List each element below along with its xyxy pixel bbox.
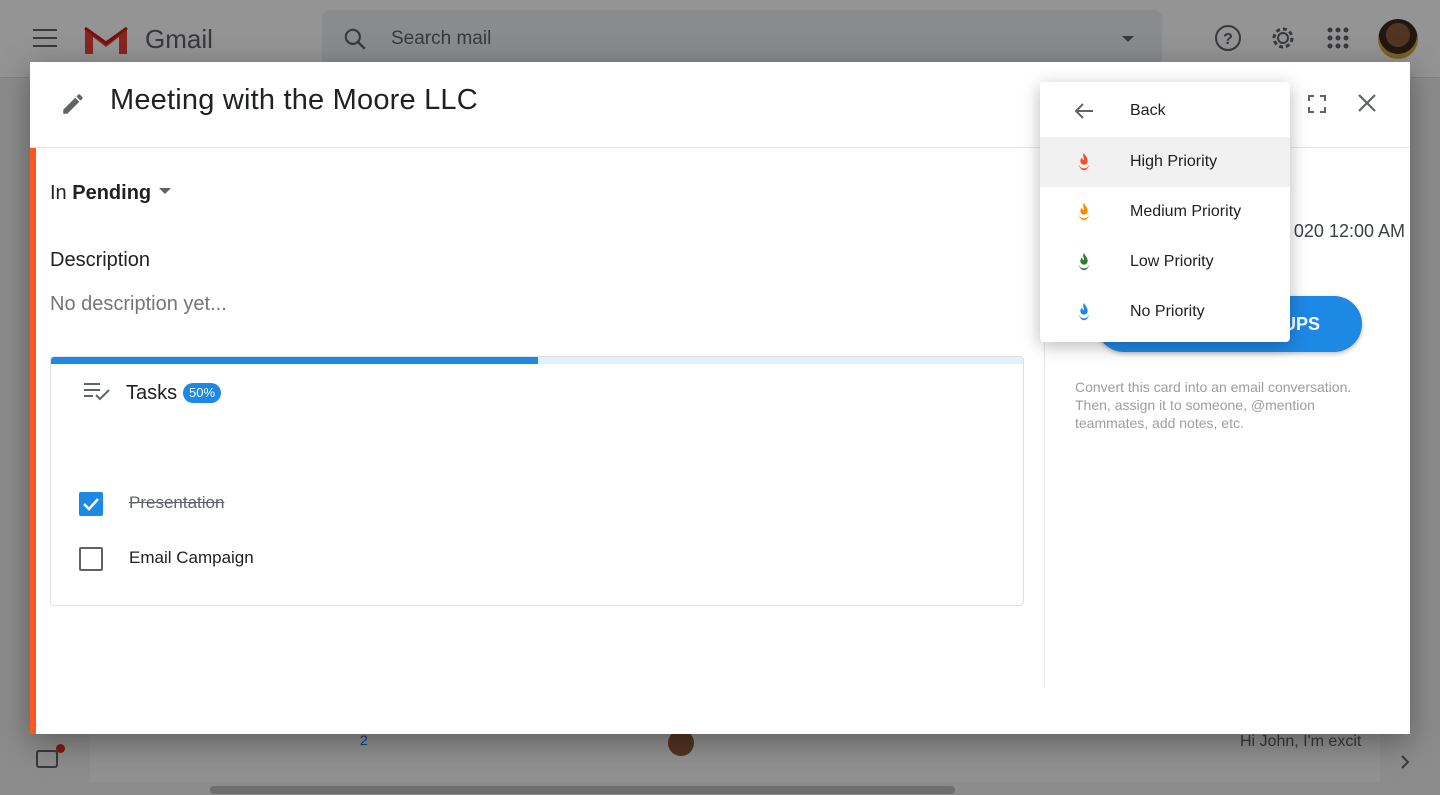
fullscreen-icon[interactable] bbox=[1307, 94, 1327, 114]
close-icon[interactable] bbox=[1357, 93, 1377, 113]
priority-color-bar bbox=[30, 148, 36, 734]
arrow-left-icon bbox=[1074, 103, 1093, 119]
menu-item-label: Back bbox=[1130, 102, 1166, 119]
menu-item-low-priority[interactable]: Low Priority bbox=[1040, 237, 1290, 287]
status-prefix: In bbox=[50, 182, 67, 204]
task-item: Email Campaign bbox=[51, 539, 1023, 579]
task-label[interactable]: Email Campaign bbox=[129, 548, 254, 568]
menu-item-label: High Priority bbox=[1130, 153, 1218, 170]
task-checkbox[interactable] bbox=[79, 547, 103, 571]
checkmark-icon bbox=[83, 498, 99, 511]
flame-icon bbox=[1078, 202, 1090, 221]
checklist-icon bbox=[84, 383, 110, 401]
flame-icon bbox=[1078, 302, 1090, 321]
menu-item-high-priority[interactable]: High Priority bbox=[1040, 137, 1290, 187]
menu-item-label: Low Priority bbox=[1130, 253, 1214, 270]
task-item: Presentation bbox=[51, 484, 1023, 524]
new-task-input[interactable] bbox=[129, 595, 897, 605]
status-dropdown[interactable]: In Pending bbox=[50, 182, 172, 205]
tasks-card: Tasks 50% Presentation Email Campaign bbox=[50, 356, 1024, 606]
description-field[interactable]: No description yet... bbox=[50, 293, 227, 316]
tasks-progress-fill bbox=[51, 357, 538, 364]
caret-down-icon bbox=[159, 187, 172, 194]
task-label[interactable]: Presentation bbox=[129, 493, 224, 513]
card-title[interactable]: Meeting with the Moore LLC bbox=[110, 84, 478, 117]
status-value: Pending bbox=[72, 182, 152, 204]
tasks-progress-bar bbox=[51, 357, 1023, 364]
menu-item-back[interactable]: Back bbox=[1040, 86, 1290, 136]
priority-menu: Back High Priority Medium Priority Low P… bbox=[1040, 82, 1290, 342]
flame-icon bbox=[1078, 152, 1090, 171]
menu-item-label: No Priority bbox=[1130, 303, 1205, 320]
flame-icon bbox=[1078, 252, 1090, 271]
tasks-progress-badge: 50% bbox=[183, 383, 222, 403]
convert-help-text: Convert this card into an email conversa… bbox=[1075, 379, 1352, 431]
tasks-label: Tasks bbox=[126, 382, 178, 404]
description-label: Description bbox=[50, 249, 151, 271]
pencil-edit-icon[interactable] bbox=[60, 91, 86, 117]
menu-item-label: Medium Priority bbox=[1130, 203, 1242, 220]
task-checkbox[interactable] bbox=[79, 492, 103, 516]
menu-item-medium-priority[interactable]: Medium Priority bbox=[1040, 187, 1290, 237]
menu-item-no-priority[interactable]: No Priority bbox=[1040, 287, 1290, 337]
